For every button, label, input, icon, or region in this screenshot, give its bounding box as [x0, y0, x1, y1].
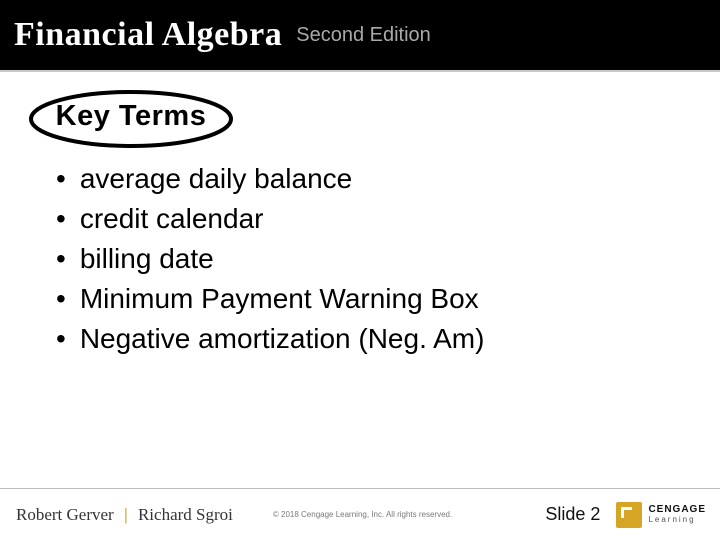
author-1: Robert Gerver	[16, 505, 114, 524]
term-text: Minimum Payment Warning Box	[80, 280, 479, 318]
logo-line1: CENGAGE	[648, 505, 706, 515]
term-text: average daily balance	[80, 160, 352, 198]
logo-mark-icon	[616, 502, 642, 528]
logo-line2: Learning	[648, 516, 706, 524]
bullet-icon: •	[56, 320, 66, 358]
list-item: • average daily balance	[56, 160, 680, 198]
slide: Financial Algebra Second Edition Key Ter…	[0, 0, 720, 540]
slide-header: Financial Algebra Second Edition	[0, 0, 720, 72]
author-separator: |	[124, 505, 128, 524]
copyright-text: © 2018 Cengage Learning, Inc. All rights…	[273, 510, 452, 519]
list-item: • billing date	[56, 240, 680, 278]
list-item: • Minimum Payment Warning Box	[56, 280, 680, 318]
logo-text: CENGAGE Learning	[648, 505, 706, 524]
terms-list: • average daily balance • credit calenda…	[56, 160, 680, 360]
publisher-logo: CENGAGE Learning	[616, 502, 706, 528]
term-text: credit calendar	[80, 200, 264, 238]
authors: Robert Gerver | Richard Sgroi	[16, 505, 233, 525]
section-title-container: Key Terms	[26, 88, 236, 150]
slide-footer: Robert Gerver | Richard Sgroi © 2018 Cen…	[0, 488, 720, 540]
author-2: Richard Sgroi	[138, 505, 233, 524]
list-item: • credit calendar	[56, 200, 680, 238]
bullet-icon: •	[56, 200, 66, 238]
book-edition: Second Edition	[296, 24, 431, 47]
bullet-icon: •	[56, 280, 66, 318]
bullet-icon: •	[56, 160, 66, 198]
term-text: billing date	[80, 240, 214, 278]
list-item: • Negative amortization (Neg. Am)	[56, 320, 680, 358]
slide-number: Slide 2	[545, 504, 600, 525]
section-title: Key Terms	[26, 100, 236, 133]
term-text: Negative amortization (Neg. Am)	[80, 320, 485, 358]
book-title: Financial Algebra	[14, 16, 282, 54]
bullet-icon: •	[56, 240, 66, 278]
